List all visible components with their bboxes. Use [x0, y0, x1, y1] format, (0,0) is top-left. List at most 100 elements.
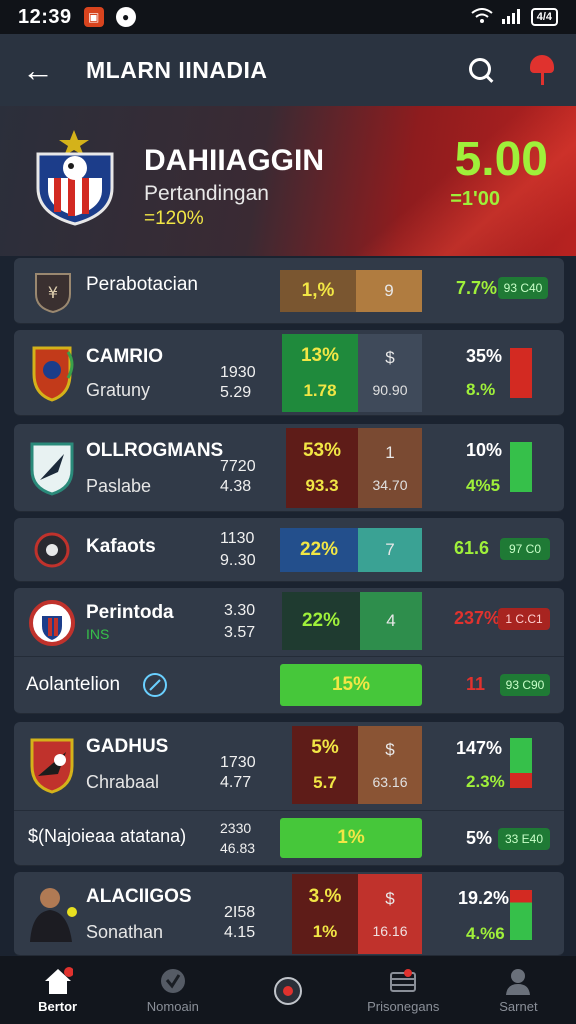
stat-pill: 93 C90 — [500, 674, 550, 696]
odds-left-block[interactable]: 3.% 1% — [292, 874, 358, 954]
odds-right-block[interactable]: 9 — [356, 270, 422, 312]
team-subtitle: Chrabaal — [86, 772, 160, 792]
odds-right-value: $ — [385, 740, 395, 759]
hero-score: 5.00 — [454, 133, 548, 186]
club-crest-icon: ¥ — [30, 268, 76, 314]
odds-right-block[interactable]: $ 90.90 — [358, 334, 422, 412]
team-subtitle: Paslabe — [86, 476, 152, 496]
odds-left-block[interactable]: 13% 1.78 — [282, 334, 358, 412]
odds-left-value: 5.7 — [313, 773, 337, 792]
back-arrow-icon[interactable]: ← — [22, 54, 62, 86]
search-icon[interactable] — [468, 57, 494, 83]
nav-label: Sarnet — [499, 998, 538, 1014]
status-bar: 12:39 ▣ ● 4/4 — [0, 0, 576, 34]
stat-pill: 1 C.C1 — [498, 608, 550, 630]
match-number: 1930 — [220, 364, 256, 381]
odds-bar[interactable]: 1% — [280, 818, 422, 858]
odds-left-block[interactable]: 22% — [282, 592, 360, 650]
odds-left-value: 1.78 — [303, 381, 337, 400]
club-crest-icon — [28, 598, 76, 648]
match-number: 7720 — [220, 458, 256, 475]
stat-change: 8.% — [466, 380, 496, 399]
team-name: Perintoda — [86, 602, 174, 623]
header-actions — [468, 55, 554, 85]
match-card[interactable]: OLLROGMANS Paslabe 7720 4.38 53% 93.3 1 … — [14, 424, 564, 512]
signal-icon — [501, 8, 523, 27]
odds-right-block[interactable]: 1 34.70 — [358, 428, 422, 508]
match-number: 1130 — [220, 530, 255, 547]
nav-label: Bertor — [38, 998, 78, 1014]
nav-item-prisonegans[interactable]: Prisonegans — [346, 956, 461, 1024]
team-name: GADHUS — [86, 736, 169, 757]
odds-left-block[interactable]: 1,% — [280, 270, 356, 312]
match-odds: 5.29 — [220, 384, 252, 401]
hero-title: DAHIIAGGIN — [144, 144, 324, 177]
nav-item-ball[interactable] — [230, 956, 345, 1024]
match-card[interactable]: CAMRIO Gratuny 1930 5.29 13% 1.78 $ 90.9… — [14, 330, 564, 416]
match-odds: 4.77 — [220, 774, 252, 791]
odds-right-block[interactable]: $ 16.16 — [358, 874, 422, 954]
match-odds: 9..30 — [220, 552, 256, 569]
stat-value: 7.7% — [456, 278, 498, 298]
stat-value: 61.6 — [454, 538, 490, 558]
stat-value: 10% — [466, 440, 503, 460]
stat-value: 237% — [454, 608, 501, 628]
odds-left-pct: 1,% — [301, 280, 335, 301]
match-card[interactable]: Perintoda INS 3.30 3.57 22% 4 237% 1 C.C… — [14, 588, 564, 714]
team-name: Aolantelion — [26, 674, 121, 695]
hero-subtitle: Pertandingan — [144, 182, 269, 205]
match-number: 2330 — [220, 820, 252, 836]
club-crest-icon — [32, 528, 72, 572]
odds-right-value: 9 — [384, 281, 394, 300]
team-subtitle: Gratuny — [86, 380, 151, 400]
match-card[interactable]: Kafaots 1130 9..30 22% 7 61.6 97 C0 — [14, 518, 564, 582]
app-notification-icon: ● — [115, 7, 136, 27]
team-subtitle: Sonathan — [86, 922, 164, 942]
nav-item-nomoain[interactable]: Nomoain — [115, 956, 230, 1024]
odds-right-value: $ — [385, 889, 395, 908]
player-avatar — [26, 884, 78, 944]
row-divider — [14, 810, 564, 811]
hero-banner: DAHIIAGGIN Pertandingan =120% 5.00 =1'00 — [0, 106, 576, 256]
odds-left-pct: 5% — [311, 737, 339, 758]
nav-item-home[interactable]: Bertor — [0, 956, 115, 1024]
stat-change: 4%5 — [466, 476, 501, 495]
match-card[interactable]: GADHUS Chrabaal 1730 4.77 5% 5.7 $ 63.16… — [14, 722, 564, 866]
match-odds: 46.83 — [220, 840, 256, 856]
odds-right-block[interactable]: 7 — [358, 528, 422, 572]
match-card[interactable]: ALACIIGOS Sonathan 2I58 4.15 3.% 1% $ 16… — [14, 872, 564, 956]
odds-left-pct: 3.% — [308, 886, 342, 907]
odds-left-value: 1% — [312, 922, 338, 941]
stat-value: 147% — [456, 738, 503, 758]
pin-icon[interactable] — [530, 55, 554, 85]
odds-left-block[interactable]: 53% 93.3 — [286, 428, 358, 508]
team-name: Perabotacian — [86, 274, 198, 295]
wifi-icon — [471, 7, 493, 27]
match-card[interactable]: ¥ Perabotacian 1,% 9 7.7% 93 C40 — [14, 258, 564, 324]
stat-bar — [510, 738, 532, 788]
hero-change: =120% — [144, 208, 204, 229]
match-odds: 4.15 — [224, 924, 256, 941]
odds-right-sub: 16.16 — [372, 923, 408, 939]
nav-label: Nomoain — [146, 998, 199, 1014]
odds-right-value: $ — [385, 348, 395, 367]
home-icon — [43, 966, 74, 995]
match-number: 1730 — [220, 754, 256, 771]
odds-right-sub: 34.70 — [372, 477, 408, 493]
odds-left-block[interactable]: 22% — [280, 528, 358, 572]
nav-item-profile[interactable]: Sarnet — [461, 956, 576, 1024]
odds-right-block[interactable]: $ 63.16 — [358, 726, 422, 804]
odds-right-sub: 63.16 — [372, 774, 408, 790]
link-icon[interactable] — [142, 672, 168, 703]
hero-score-sub: =1'00 — [450, 188, 500, 210]
odds-bar[interactable]: 15% — [280, 664, 422, 706]
profile-icon — [503, 967, 533, 995]
odds-left-block[interactable]: 5% 5.7 — [292, 726, 358, 804]
odds-left-pct: 15% — [331, 674, 371, 695]
odds-right-value: 7 — [385, 540, 395, 559]
status-time: 12:39 — [18, 5, 72, 28]
ticket-icon — [388, 967, 418, 995]
match-list: ¥ Perabotacian 1,% 9 7.7% 93 C40 CAMRIO … — [0, 256, 576, 956]
odds-right-block[interactable]: 4 — [360, 592, 422, 650]
odds-left-pct: 1% — [337, 827, 365, 848]
